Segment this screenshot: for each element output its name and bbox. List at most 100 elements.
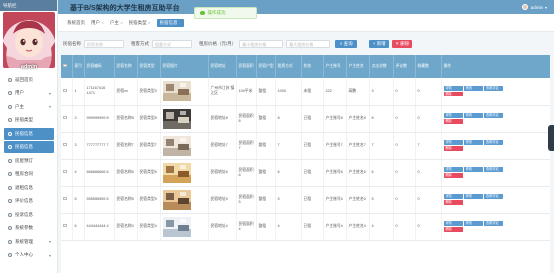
row-checkbox[interactable] bbox=[63, 115, 67, 120]
rent-mode-input[interactable]: 租客方式 bbox=[152, 40, 192, 48]
view-comments-button[interactable]: 查看评论 bbox=[483, 113, 503, 118]
house-image-cell bbox=[160, 132, 209, 160]
row-checkbox[interactable] bbox=[63, 169, 67, 174]
search-button[interactable]: ⌕ 查询 bbox=[335, 40, 358, 48]
row-checkbox[interactable] bbox=[63, 196, 67, 201]
ops-cell: 详情 修改 查看评论删除 bbox=[441, 78, 550, 106]
edit-button[interactable]: 修改 bbox=[463, 113, 483, 118]
cell-type: 民宿类型3 bbox=[137, 78, 161, 106]
cell-type: 民宿类型6 bbox=[137, 159, 161, 187]
min-price-input[interactable]: 最小租房价格 bbox=[239, 40, 284, 48]
tag-tab-4[interactable]: 民宿信息 × bbox=[156, 18, 185, 27]
view-comments-button[interactable]: 查看评论 bbox=[483, 140, 503, 145]
house-thumbnail[interactable] bbox=[162, 189, 191, 210]
tag-tab-3[interactable]: 民宿类型 × bbox=[129, 20, 151, 26]
close-icon[interactable]: × bbox=[179, 20, 181, 25]
tag-tab-1[interactable]: 用户 × bbox=[91, 20, 104, 26]
cell-clicks: 6 bbox=[369, 159, 394, 187]
column-header: 民宿类型 bbox=[137, 55, 161, 78]
tag-tab-2[interactable]: 户主 × bbox=[110, 20, 123, 26]
house-thumbnail[interactable] bbox=[162, 216, 191, 237]
view-comments-button[interactable]: 查看评论 bbox=[483, 167, 503, 172]
row-delete-button[interactable]: 删除 bbox=[443, 200, 463, 205]
chevron-down-icon: ▾ bbox=[48, 104, 51, 109]
add-button[interactable]: + 新增 bbox=[369, 40, 390, 48]
row-delete-button[interactable]: 删除 bbox=[443, 227, 463, 232]
view-button[interactable]: 详情 bbox=[443, 167, 463, 172]
sidebar-item-5[interactable]: 民宿信息 bbox=[4, 141, 54, 153]
cell-clicks: 8 bbox=[369, 105, 394, 133]
table-row: 4 666666666 6 民宿名称6 民宿类型6 民宿地址6 民宿面积6 整租 6 已租 户主账… bbox=[61, 159, 550, 187]
view-button[interactable]: 详情 bbox=[443, 113, 463, 118]
sidebar-item-12[interactable]: 系统管理 ▾ bbox=[4, 236, 54, 248]
sidebar-item-10[interactable]: 投诉信息 bbox=[4, 209, 54, 221]
row-delete-button[interactable]: 删除 bbox=[443, 119, 463, 124]
select-all-checkbox[interactable] bbox=[63, 63, 67, 68]
row-checkbox[interactable] bbox=[63, 88, 67, 92]
view-comments-button[interactable]: 查看评论 bbox=[483, 194, 503, 199]
row-delete-button[interactable]: 删除 bbox=[443, 173, 463, 178]
sidebar: 导航栏 admin 返回首页 用户 ▾ 户主 ▾ 民宿类型 民宿信息 民宿信息 房屋预订 租房合同… bbox=[0, 0, 58, 273]
row-delete-button[interactable]: 删除 bbox=[443, 91, 463, 97]
close-icon[interactable]: × bbox=[120, 20, 122, 25]
name-search-input[interactable]: 民宿名称 bbox=[84, 40, 124, 48]
sidebar-item-11[interactable]: 系统参数 bbox=[4, 222, 54, 234]
row-checkbox[interactable] bbox=[63, 223, 67, 228]
sidebar-item-8[interactable]: 退租信息 bbox=[4, 182, 54, 194]
column-header: 状态 bbox=[301, 55, 324, 78]
view-button[interactable]: 详情 bbox=[443, 140, 463, 145]
house-thumbnail[interactable] bbox=[162, 135, 191, 156]
row-checkbox-cell bbox=[61, 213, 73, 241]
sidebar-item-6[interactable]: 房屋预订 bbox=[4, 155, 54, 167]
cell-area: 民宿面积7 bbox=[236, 132, 257, 160]
ops-cell: 详情 修改 查看评论删除 bbox=[441, 186, 550, 214]
sidebar-item-9[interactable]: 评价信息 bbox=[4, 195, 54, 207]
house-thumbnail[interactable] bbox=[162, 162, 191, 183]
row-checkbox[interactable] bbox=[63, 142, 67, 147]
cell-area: 民宿面积8 bbox=[236, 105, 257, 133]
column-header: 民宿图片 bbox=[160, 55, 209, 78]
cell-comments: 0 bbox=[393, 105, 416, 133]
view-comments-button[interactable]: 查看评论 bbox=[483, 86, 503, 91]
menu-icon bbox=[8, 172, 12, 176]
house-thumbnail[interactable] bbox=[162, 81, 191, 102]
sidebar-item-0[interactable]: 返回首页 bbox=[4, 74, 54, 86]
house-thumbnail[interactable] bbox=[162, 108, 191, 129]
view-button[interactable]: 详情 bbox=[443, 194, 463, 199]
delete-button[interactable]: ✕ 删除 bbox=[392, 40, 413, 48]
cell-owner_name: 户主姓名6 bbox=[346, 159, 370, 187]
sidebar-item-4[interactable]: 民宿信息 bbox=[4, 127, 54, 140]
check-circle-icon bbox=[200, 10, 205, 16]
avatar bbox=[3, 12, 55, 68]
view-comments-button[interactable]: 查看评论 bbox=[483, 221, 503, 226]
cell-idx: 6 bbox=[72, 213, 85, 241]
menu-icon bbox=[8, 199, 12, 203]
edit-button[interactable]: 修改 bbox=[463, 140, 483, 145]
edit-button[interactable]: 修改 bbox=[463, 221, 483, 226]
search-button-label: 查询 bbox=[343, 41, 353, 46]
sidebar-item-7[interactable]: 租房合同 bbox=[4, 168, 54, 180]
tag-tab-0[interactable]: 系统首页 bbox=[67, 20, 85, 26]
user-menu[interactable]: admin ▾ bbox=[521, 4, 547, 10]
view-button[interactable]: 详情 bbox=[443, 221, 463, 226]
row-checkbox-cell bbox=[61, 159, 73, 187]
row-delete-button[interactable]: 删除 bbox=[443, 146, 463, 151]
cell-rent: 4 bbox=[275, 213, 302, 241]
cell-rent: 8 bbox=[275, 105, 302, 133]
close-icon[interactable]: × bbox=[102, 20, 104, 25]
edit-button[interactable]: 修改 bbox=[463, 86, 483, 91]
max-price-input[interactable]: 最大租房价格 bbox=[286, 40, 331, 48]
close-icon[interactable]: × bbox=[148, 20, 150, 25]
sidebar-item-3[interactable]: 民宿类型 bbox=[4, 114, 54, 126]
sidebar-top-label[interactable]: 导航栏 bbox=[0, 0, 57, 11]
scroll-handle[interactable] bbox=[548, 125, 554, 151]
edit-button[interactable]: 修改 bbox=[463, 167, 483, 172]
edit-button[interactable]: 修改 bbox=[463, 194, 483, 199]
sidebar-item-2[interactable]: 户主 ▾ bbox=[4, 101, 54, 113]
cell-owner_name: 高鹏 bbox=[346, 78, 370, 106]
row-checkbox-cell bbox=[61, 105, 73, 133]
sidebar-item-1[interactable]: 用户 ▾ bbox=[4, 87, 54, 99]
sidebar-item-label: 返回首页 bbox=[15, 76, 33, 82]
sidebar-item-13[interactable]: 个人中心 ▾ bbox=[4, 249, 54, 261]
view-button[interactable]: 详情 bbox=[443, 86, 463, 91]
